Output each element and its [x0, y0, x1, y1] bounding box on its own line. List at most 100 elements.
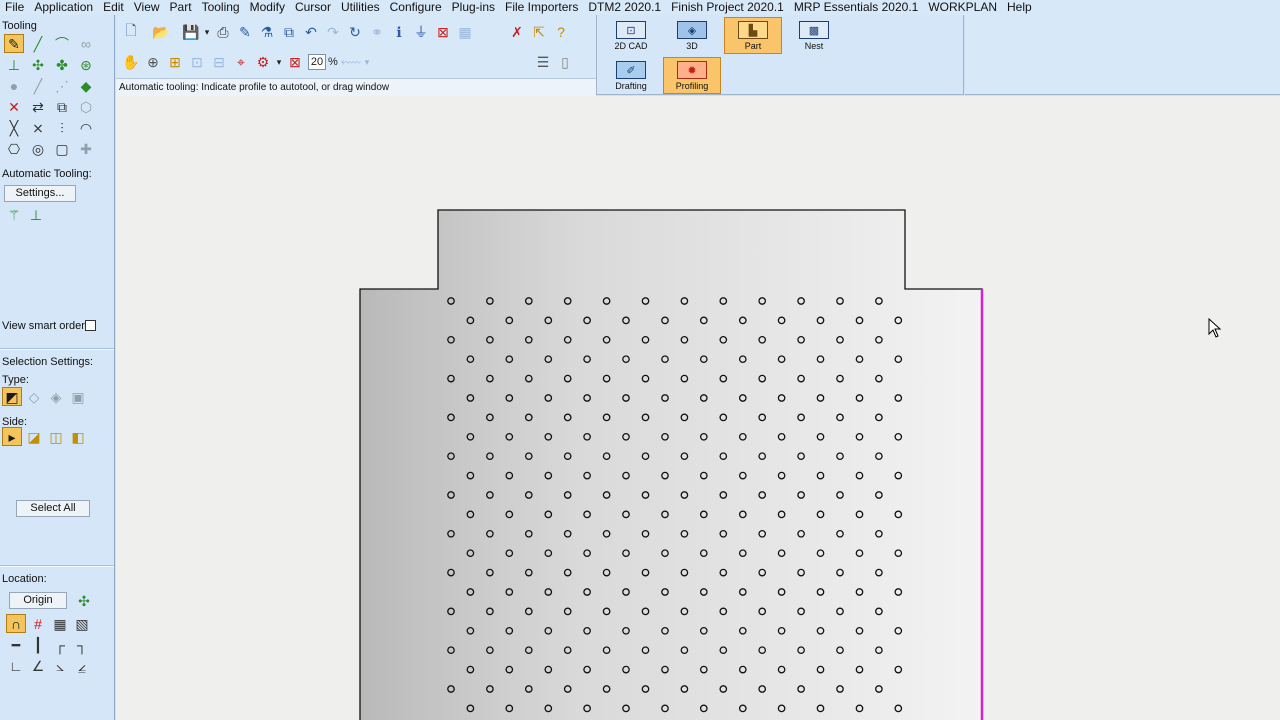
menu-item[interactable]: Application	[29, 0, 98, 15]
dotted-line-icon[interactable]: ⋰	[52, 76, 72, 95]
alarm-icon[interactable]: ⊠	[432, 22, 454, 42]
menu-item[interactable]: File Importers	[500, 0, 583, 15]
menu-item[interactable]: Part	[165, 0, 197, 15]
menu-item[interactable]: Help	[1002, 0, 1037, 15]
undo-icon[interactable]: ↶	[300, 22, 322, 42]
snap-corner-icon[interactable]: ∩	[6, 614, 26, 633]
grid-toggle-icon[interactable]: ▦	[454, 22, 476, 42]
menu-item[interactable]: DTM2 2020.1	[583, 0, 666, 15]
zoom-percent-icon[interactable]: ⊠	[284, 52, 306, 72]
side-inner-icon[interactable]: ◪	[24, 427, 44, 446]
measure-icon[interactable]: ⚗	[256, 22, 278, 42]
type-contour-icon[interactable]: ◈	[46, 387, 66, 406]
menu-item[interactable]: Edit	[98, 0, 129, 15]
list-view-icon[interactable]: ☰	[532, 52, 554, 72]
save-icon[interactable]: 💾	[180, 22, 202, 42]
horizontal-line-icon[interactable]: ━	[6, 635, 26, 654]
angle-dim-icon[interactable]: ⦤	[72, 656, 92, 675]
pan-hand-icon[interactable]: ✋	[120, 52, 142, 72]
nibble-icon[interactable]: ⊛	[76, 55, 96, 74]
punch-line-icon[interactable]: ╱	[28, 34, 48, 53]
shape-tool-icon[interactable]: ⬡	[76, 97, 96, 116]
chevron-down-icon[interactable]: ▾	[362, 52, 372, 72]
circle-target-icon[interactable]: ◎	[28, 139, 48, 158]
auto-tool-icon[interactable]: ✎	[4, 34, 24, 53]
corner-step-icon[interactable]: ┐	[72, 635, 92, 654]
side-both-icon[interactable]: ◫	[46, 427, 66, 446]
drawing-canvas[interactable]	[116, 96, 1280, 720]
angle-tool-icon[interactable]: ∠	[28, 656, 48, 675]
menu-item[interactable]: WORKPLAN	[923, 0, 1002, 15]
stamp-icon[interactable]: ⎔	[4, 139, 24, 158]
cross-icon[interactable]: ╳	[4, 118, 24, 137]
diamond-icon[interactable]: ◆	[76, 76, 96, 95]
square-icon[interactable]: ▢	[52, 139, 72, 158]
copy-tool-icon[interactable]: ⧉	[52, 97, 72, 116]
zoom-window-icon[interactable]: ⊕	[142, 52, 164, 72]
menu-item[interactable]: File	[0, 0, 29, 15]
type-profile-icon[interactable]: ◩	[2, 387, 22, 406]
view-smart-order-checkbox[interactable]	[85, 320, 96, 331]
chevron-down-icon[interactable]: ▾	[274, 52, 284, 72]
origin-button[interactable]: Origin	[9, 592, 67, 609]
mode-2d-cad-button[interactable]: ⊡ 2D CAD	[602, 17, 660, 54]
part-profile[interactable]	[359, 209, 983, 720]
delete-tool-icon[interactable]: ✕	[4, 97, 24, 116]
hit-icon[interactable]: ⊥	[4, 55, 24, 74]
zoom-out-icon[interactable]: ⊟	[208, 52, 230, 72]
vertical-line-icon[interactable]: ┃	[28, 635, 48, 654]
menu-item[interactable]: Plug-ins	[447, 0, 500, 15]
autotool-all-icon[interactable]: ⚚	[4, 205, 24, 224]
filter-icon[interactable]: ⏚	[410, 22, 432, 42]
grid-icon[interactable]: ▦	[50, 614, 70, 633]
punch-arc-icon[interactable]: ⌒	[52, 34, 72, 53]
chain-icon[interactable]: ∞	[76, 34, 96, 53]
angle-icon[interactable]: ∟	[6, 656, 26, 675]
type-group-icon[interactable]: ▣	[68, 387, 88, 406]
nibble-arc-icon[interactable]: ●	[4, 76, 24, 95]
link-icon[interactable]: ⚭	[366, 22, 388, 42]
menu-item[interactable]: View	[129, 0, 165, 15]
mode-profiling-button[interactable]: ✹ Profiling	[663, 57, 721, 94]
autotool-selected-icon[interactable]: ⊥	[26, 205, 46, 224]
angle-measure-icon[interactable]: ⦣	[50, 656, 70, 675]
grid-diagonal-icon[interactable]: ▧	[72, 614, 92, 633]
cross-small-icon[interactable]: ⨯	[28, 118, 48, 137]
menu-item[interactable]: Tooling	[197, 0, 245, 15]
side-any-icon[interactable]: ◧	[68, 427, 88, 446]
mode-part-button[interactable]: ▙ Part	[724, 17, 782, 54]
split-icon[interactable]: ⫶	[52, 118, 72, 137]
chevron-down-icon[interactable]: ▾	[202, 22, 212, 42]
info-icon[interactable]: ℹ	[388, 22, 410, 42]
snap-grid-icon[interactable]: #	[28, 614, 48, 633]
type-hole-icon[interactable]: ◇	[24, 387, 44, 406]
layer-icon[interactable]: ⬳	[340, 52, 362, 72]
swap-icon[interactable]: ⇄	[28, 97, 48, 116]
plus-tool-icon[interactable]: ✚	[76, 139, 96, 158]
menu-item[interactable]: Cursor	[290, 0, 336, 15]
line-tool-icon[interactable]: ╱	[28, 76, 48, 95]
menu-item[interactable]: Configure	[385, 0, 447, 15]
zoom-prev-icon[interactable]: ⌖	[230, 52, 252, 72]
panel-view-icon[interactable]: ▯	[554, 52, 576, 72]
zoom-input[interactable]: 20	[308, 54, 326, 70]
grid-punch-icon[interactable]: ✣	[28, 55, 48, 74]
mode-nest-button[interactable]: ▩ Nest	[785, 17, 843, 54]
cancel-tool-icon[interactable]: ✗	[506, 22, 528, 42]
mode-drafting-button[interactable]: ✐ Drafting	[602, 57, 660, 94]
zoom-in-icon[interactable]: ⊡	[186, 52, 208, 72]
copy-icon[interactable]: ⧉	[278, 22, 300, 42]
menu-item[interactable]: Finish Project 2020.1	[666, 0, 789, 15]
select-all-button[interactable]: Select All	[16, 500, 90, 517]
open-folder-icon[interactable]: 📂	[150, 22, 172, 42]
help-icon[interactable]: ?	[550, 22, 572, 42]
zoom-fit-icon[interactable]: ⊞	[164, 52, 186, 72]
redo-icon[interactable]: ↷	[322, 22, 344, 42]
menu-item[interactable]: Utilities	[336, 0, 385, 15]
pointer-help-icon[interactable]: ⇱	[528, 22, 550, 42]
pencil-icon[interactable]: ✎	[234, 22, 256, 42]
mode-3d-button[interactable]: ◈ 3D	[663, 17, 721, 54]
menu-item[interactable]: Modify	[245, 0, 290, 15]
refresh-icon[interactable]: ↻	[344, 22, 366, 42]
corner-icon[interactable]: ┌	[50, 635, 70, 654]
